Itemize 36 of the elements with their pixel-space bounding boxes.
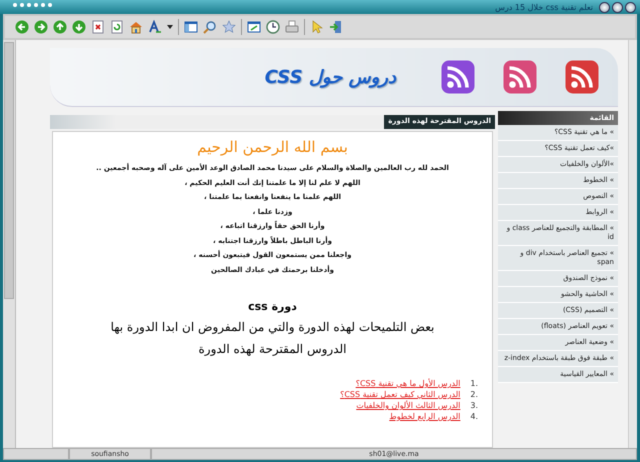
star-icon[interactable]	[222, 20, 236, 34]
panes-icon[interactable]	[184, 20, 198, 34]
banner-title: دروس حول CSS	[264, 66, 396, 88]
list-number: 1.	[470, 379, 478, 388]
lesson-link[interactable]: الدرس الأول ما هي تقنية CSS؟	[356, 379, 460, 388]
exit-icon[interactable]	[329, 20, 343, 34]
scrollbar[interactable]	[3, 40, 16, 448]
lessons-subtitle: الدروس المقترحة لهذه الدورة	[197, 341, 348, 357]
lesson-link[interactable]: الدرس الثالث الألوان والخلفيات	[356, 401, 460, 410]
help-button[interactable]	[599, 2, 610, 12]
back-icon[interactable]	[15, 20, 29, 34]
window-icon[interactable]	[247, 20, 261, 34]
font-icon[interactable]	[148, 20, 162, 34]
caret-icon[interactable]	[167, 25, 173, 29]
close-button[interactable]	[625, 2, 636, 12]
down-icon[interactable]	[72, 20, 86, 34]
home-icon[interactable]	[129, 20, 143, 34]
status-panel	[3, 448, 69, 460]
up-icon[interactable]	[53, 20, 67, 34]
delete-document-icon[interactable]	[91, 20, 105, 34]
pointer-icon[interactable]	[310, 20, 324, 34]
list-number: 4.	[470, 412, 478, 421]
window-title: تعلم تقنية css خلال 15 درس	[494, 2, 594, 12]
list-number: 3.	[470, 401, 478, 410]
refresh-document-icon[interactable]	[110, 20, 124, 34]
course-title: دورة css	[247, 300, 298, 313]
search-icon[interactable]	[203, 20, 217, 34]
lesson-link[interactable]: الدرس الثاني كيف تعمل تقنية CSS؟	[340, 390, 460, 399]
maximize-button[interactable]	[612, 2, 623, 12]
clock-icon[interactable]	[266, 20, 280, 34]
intro-text: بعض التلميحات لهذه الدورة والتي من المفروض ان ابدا الدورة بها	[110, 319, 436, 335]
printer-icon[interactable]	[285, 20, 299, 34]
basmala-heading: بسم الله الرحمن الرحيم	[196, 138, 349, 156]
forward-icon[interactable]	[34, 20, 48, 34]
list-number: 2.	[470, 390, 478, 399]
lesson-link[interactable]: الدرس الرابع لخطوط	[389, 412, 460, 421]
